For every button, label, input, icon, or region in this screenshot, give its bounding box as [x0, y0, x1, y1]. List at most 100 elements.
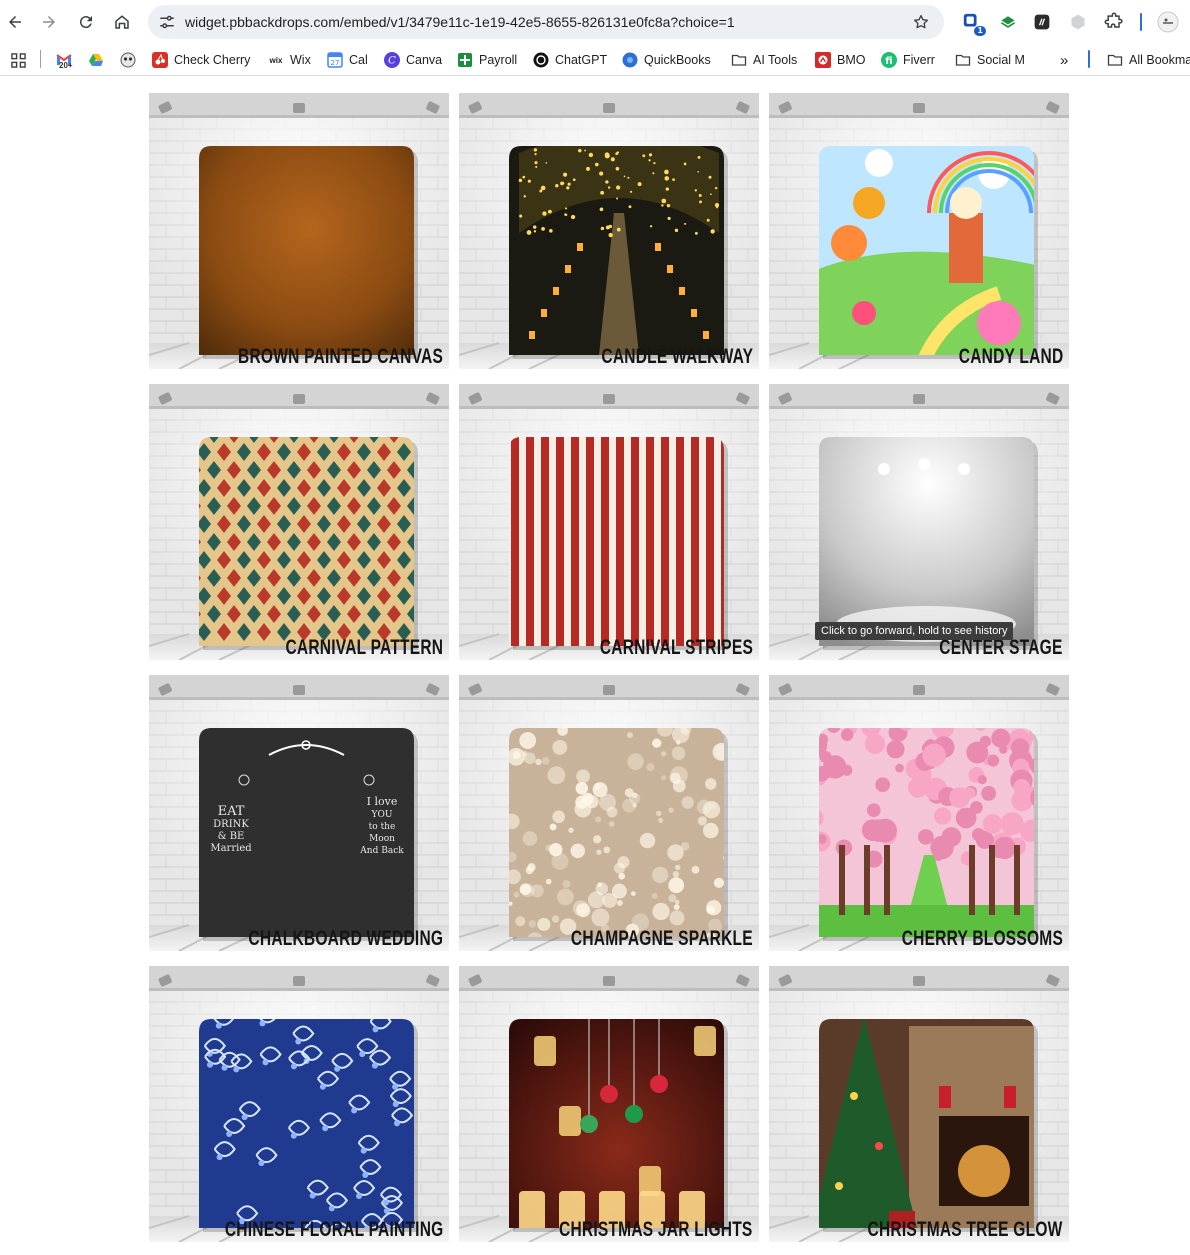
backdrop-label: CHALKBOARD WEDDING — [248, 927, 443, 950]
backdrop-label: CARNIVAL STRIPES — [599, 636, 753, 659]
backdrop-label: CARNIVAL PATTERN — [285, 636, 443, 659]
forward-button[interactable] — [35, 8, 63, 36]
bookmark-folder-social[interactable]: Social M — [955, 50, 1025, 70]
bookmark-cal[interactable]: 27 Cal — [327, 50, 368, 70]
bookmark-all-bookmarks[interactable]: All Bookma — [1107, 50, 1190, 70]
chalkboard-text: EAT — [218, 804, 245, 819]
backdrop-thumbnail — [149, 93, 449, 369]
canva-icon: C — [384, 52, 400, 68]
chalkboard-text: I love — [367, 795, 398, 808]
backdrop-label: CHRISTMAS JAR LIGHTS — [559, 1218, 753, 1241]
script-icon — [1034, 14, 1050, 30]
chatgpt-icon — [533, 52, 549, 68]
bookmark-chatgpt[interactable]: ChatGPT — [533, 50, 607, 70]
backdrop-thumbnail — [769, 384, 1069, 660]
home-button[interactable] — [108, 8, 136, 36]
address-bar[interactable]: widget.pbbackdrops.com/embed/v1/3479e11c… — [148, 5, 944, 39]
gmail-badge: 20+ — [59, 61, 73, 70]
arrow-right-icon — [43, 16, 55, 28]
extension-tab-counter[interactable]: 1 — [961, 11, 986, 36]
extension-dark[interactable] — [1031, 11, 1053, 33]
bookmark-fiverr[interactable]: fi Fiverr — [881, 50, 935, 70]
bookmark-label: QuickBooks — [644, 53, 711, 67]
bookmark-canva[interactable]: C Canva — [384, 50, 442, 70]
bmo-icon — [815, 52, 831, 68]
backdrop-label: CHAMPAGNE SPARKLE — [571, 927, 753, 950]
backdrop-card[interactable]: CARNIVAL PATTERN — [149, 384, 449, 660]
bookmark-label: Cal — [349, 53, 368, 67]
backdrop-label: CHRISTMAS TREE GLOW — [867, 1218, 1063, 1241]
bookmark-label: BMO — [837, 53, 866, 67]
bookmarks-overflow-button[interactable]: » — [1060, 50, 1068, 70]
backdrop-card[interactable]: CHRISTMAS TREE GLOW — [769, 966, 1069, 1242]
chalkboard-text: DRINK — [213, 819, 249, 830]
backdrop-card[interactable]: CENTER STAGE — [769, 384, 1069, 660]
svg-text:fi: fi — [885, 56, 892, 67]
chalkboard-text: to the — [369, 822, 396, 832]
bookmark-owl[interactable] — [120, 50, 136, 70]
backdrop-label: CANDLE WALKWAY — [601, 345, 753, 368]
back-button[interactable] — [1, 8, 29, 36]
backdrop-label: BROWN PAINTED CANVAS — [237, 345, 443, 368]
backdrop-card[interactable]: CANDY LAND — [769, 93, 1069, 369]
chalkboard-text: YOU — [371, 810, 393, 820]
bookmark-label: ChatGPT — [555, 53, 608, 67]
wix-icon: wix — [269, 55, 283, 65]
backdrop-label: CHERRY BLOSSOMS — [901, 927, 1063, 950]
backdrop-card[interactable]: CHINESE FLORAL PAINTING — [149, 966, 449, 1242]
svg-text:27: 27 — [331, 59, 340, 67]
bookmark-label: Check Cherry — [174, 53, 251, 67]
fiverr-icon: fi — [881, 52, 897, 68]
svg-text:C: C — [388, 56, 396, 67]
check-cherry-icon — [152, 52, 168, 68]
backdrop-thumbnail — [459, 384, 759, 660]
backdrop-card[interactable]: CHRISTMAS JAR LIGHTS — [459, 966, 759, 1242]
bookmark-apps[interactable] — [10, 50, 26, 70]
bookmark-drive[interactable] — [88, 50, 104, 70]
backdrop-thumbnail — [149, 966, 449, 1242]
profile-button[interactable] — [1157, 11, 1179, 33]
extension-green[interactable] — [997, 11, 1019, 33]
extensions-menu[interactable] — [1103, 11, 1125, 33]
backdrop-card[interactable]: EAT DRINK & BE Married I love YOU to the Moon An… — [149, 675, 449, 951]
reload-button[interactable] — [72, 8, 100, 36]
bookmarks-divider — [40, 50, 41, 68]
backdrop-thumbnail — [769, 966, 1069, 1242]
forward-button-tooltip: Click to go forward, hold to see history — [815, 622, 1014, 640]
backdrop-card[interactable]: CANDLE WALKWAY — [459, 93, 759, 369]
avatar-icon — [1157, 11, 1179, 33]
folder-icon — [731, 52, 747, 68]
folder-icon — [1107, 52, 1123, 68]
layers-icon — [1001, 16, 1015, 28]
extension-gray[interactable] — [1067, 11, 1089, 33]
backdrop-card[interactable]: CARNIVAL STRIPES — [459, 384, 759, 660]
arrow-left-icon — [9, 16, 21, 28]
bookmark-quickbooks[interactable]: QuickBooks — [622, 50, 711, 70]
site-settings-icon[interactable] — [158, 13, 176, 31]
bookmark-check-cherry[interactable]: Check Cherry — [152, 50, 250, 70]
bookmark-label: AI Tools — [753, 53, 798, 67]
bookmark-label: Social M — [977, 53, 1025, 67]
bookmark-folder-ai-tools[interactable]: AI Tools — [731, 50, 797, 70]
backdrop-card[interactable]: CHERRY BLOSSOMS — [769, 675, 1069, 951]
bookmark-bmo[interactable]: BMO — [815, 50, 865, 70]
browser-toolbar: widget.pbbackdrops.com/embed/v1/3479e11c… — [0, 0, 1190, 44]
backdrop-thumbnail — [149, 384, 449, 660]
bookmark-gmail[interactable]: 20+ — [56, 50, 73, 70]
backdrop-card[interactable]: BROWN PAINTED CANVAS — [149, 93, 449, 369]
bookmark-payroll[interactable]: Payroll — [457, 50, 517, 70]
backdrop-label: CANDY LAND — [958, 345, 1063, 368]
backdrop-thumbnail — [769, 675, 1069, 951]
bookmark-label: Fiverr — [903, 53, 935, 67]
bookmark-wix[interactable]: wix Wix — [268, 50, 311, 70]
bookmark-star-icon[interactable] — [912, 13, 930, 31]
hexagon-icon — [1071, 14, 1085, 30]
quickbooks-icon — [622, 52, 638, 68]
backdrop-card[interactable]: CHAMPAGNE SPARKLE — [459, 675, 759, 951]
backdrop-thumbnail: EATDRINK& BEMarried I love YOU to the Moon An… — [149, 675, 449, 951]
backdrop-grid: BROWN PAINTED CANVAS CANDLE WALKWAY CAND… — [149, 93, 1069, 1242]
url-text[interactable]: widget.pbbackdrops.com/embed/v1/3479e11c… — [185, 5, 735, 39]
backdrop-thumbnail — [769, 93, 1069, 369]
reload-icon — [79, 16, 92, 29]
bookmark-label: All Bookma — [1129, 53, 1190, 67]
